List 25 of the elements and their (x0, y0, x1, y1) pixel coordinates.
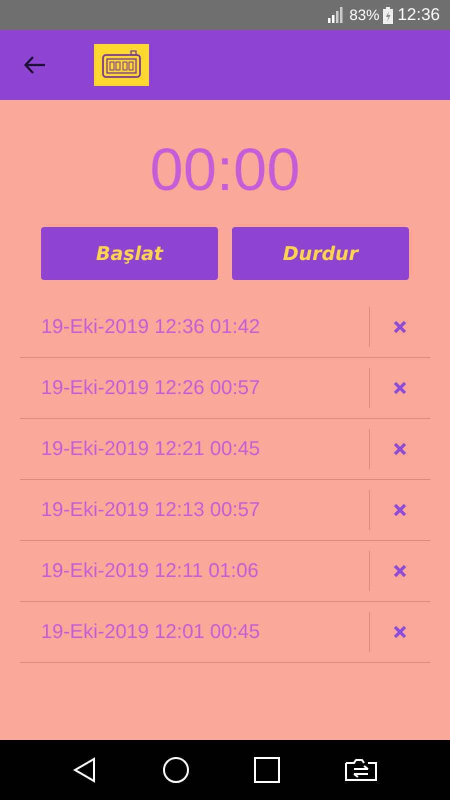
clock: 12:36 (397, 5, 440, 25)
timer-display: 00:00 (148, 135, 302, 205)
battery-icon (383, 6, 394, 24)
home-icon[interactable] (162, 756, 190, 784)
recents-icon[interactable] (254, 757, 280, 783)
record-text: 19-Eki-2019 12:01 00:45 (40, 620, 262, 644)
close-icon (393, 320, 407, 334)
signal-icon (327, 7, 344, 23)
back-icon[interactable] (72, 757, 98, 783)
record-text: 19-Eki-2019 12:36 01:42 (40, 316, 262, 338)
record-text: 19-Eki-2019 12:11 01:06 (40, 560, 260, 582)
close-icon (393, 442, 407, 456)
start-button[interactable]: Başlat (41, 227, 218, 280)
digital-clock-icon (94, 44, 149, 86)
battery-percent: 83% (349, 6, 380, 24)
close-icon (393, 564, 407, 578)
close-icon (393, 381, 407, 395)
stop-button[interactable]: Durdur (232, 227, 409, 280)
close-icon (393, 625, 407, 639)
back-arrow-icon[interactable] (24, 56, 46, 74)
record-text: 19-Eki-2019 12:26 00:57 (40, 376, 262, 400)
close-icon (393, 503, 407, 517)
record-text: 19-Eki-2019 12:13 00:57 (40, 498, 262, 522)
switch-apps-icon[interactable] (344, 758, 378, 782)
record-text: 19-Eki-2019 12:21 00:45 (40, 438, 262, 460)
